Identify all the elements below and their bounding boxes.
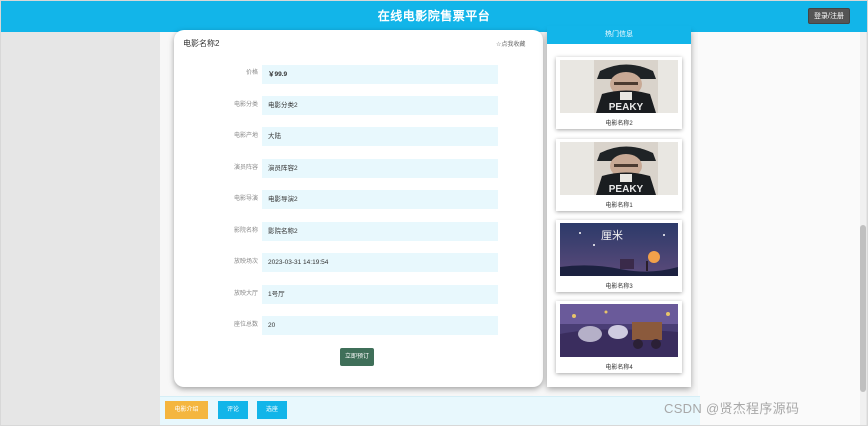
- category-value: 电影分类2: [262, 96, 498, 115]
- poster-peaky-icon[interactable]: PEAKY: [560, 60, 678, 113]
- hot-info-header: 热门信息: [547, 26, 691, 44]
- movie-title: 电影名称2: [183, 39, 220, 48]
- poster-carriage-icon[interactable]: [560, 304, 678, 357]
- hall-value: 1号厅: [262, 285, 498, 304]
- book-now-button[interactable]: 立即预订: [340, 348, 374, 366]
- cinema-label: 影院名称: [233, 228, 258, 234]
- tab-select-seat[interactable]: 选座: [257, 401, 287, 419]
- cast-label: 演员阵容: [233, 165, 258, 171]
- hot-item-name: 电影名称1: [605, 203, 633, 209]
- hot-item-movie-1[interactable]: PEAKY 电影名称1: [556, 139, 682, 211]
- price-label: 价格: [245, 70, 258, 76]
- seat-count-value: 20: [262, 316, 498, 335]
- csdn-watermark: CSDN @贤杰程序源码: [664, 401, 800, 416]
- hall-label: 放映大厅: [233, 291, 258, 297]
- poster-peaky-icon[interactable]: PEAKY: [560, 142, 678, 195]
- hot-item-movie-4[interactable]: 电影名称4: [556, 301, 682, 373]
- showtime-label: 放映场次: [233, 259, 258, 265]
- hot-item-name: 电影名称4: [605, 365, 633, 371]
- poster-text: PEAKY: [609, 184, 644, 195]
- price-value: ￥99.9: [262, 65, 498, 84]
- director-label: 电影导演: [233, 196, 258, 202]
- seat-count-label: 座位总数: [233, 322, 258, 328]
- cast-value: 演员阵容2: [262, 159, 498, 178]
- favorite-link[interactable]: ☆点我收藏: [496, 39, 525, 48]
- tab-movie-intro[interactable]: 电影介绍: [165, 401, 208, 419]
- hot-item-movie-2[interactable]: PEAKY 电影名称2: [556, 57, 682, 129]
- director-value: 电影导演2: [262, 190, 498, 209]
- site-title: 在线电影院售票平台: [377, 9, 491, 23]
- right-gutter: [698, 32, 860, 426]
- hot-item-name: 电影名称3: [605, 284, 633, 290]
- login-register-button[interactable]: 登录/注册: [808, 8, 850, 24]
- poster-title-text: 厘米: [601, 229, 623, 242]
- cinema-value: 影院名称2: [262, 222, 498, 241]
- poster-text: PEAKY: [609, 102, 644, 113]
- tab-comments[interactable]: 评论: [218, 401, 248, 419]
- hot-item-movie-3[interactable]: 厘米 电影名称3: [556, 220, 682, 292]
- hot-item-name: 电影名称2: [605, 121, 633, 127]
- origin-value: 大陆: [262, 127, 498, 146]
- scrollbar-thumb[interactable]: [860, 225, 866, 392]
- poster-lantern-night-icon[interactable]: 厘米: [560, 223, 678, 276]
- origin-label: 电影产地: [233, 133, 258, 139]
- showtime-value: 2023-03-31 14:19:54: [262, 253, 498, 272]
- category-label: 电影分类: [233, 102, 258, 108]
